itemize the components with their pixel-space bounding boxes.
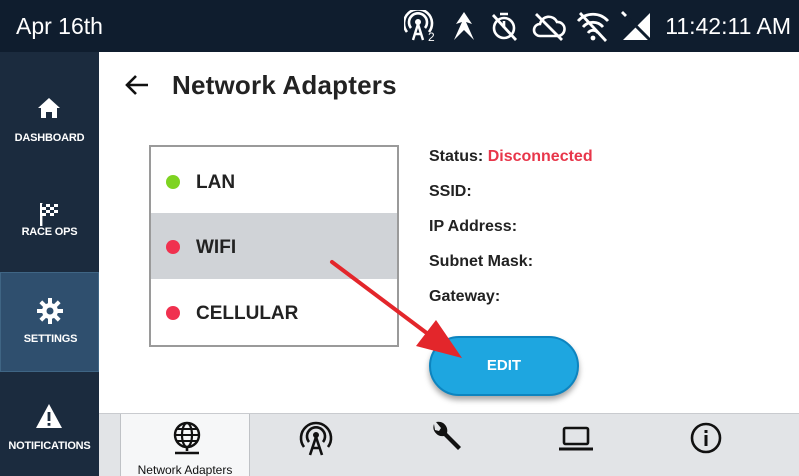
warning-icon <box>35 402 63 430</box>
timer-off-icon <box>488 10 522 42</box>
sidebar-item-dashboard[interactable]: DASHBOARD <box>0 64 99 164</box>
status-time: 11:42:11 AM <box>665 13 791 39</box>
tab-info[interactable] <box>640 414 770 476</box>
home-icon <box>35 94 63 122</box>
wifi-off-icon <box>576 10 610 42</box>
signal-off-icon <box>620 10 654 43</box>
sidebar: DASHBOARD RACE OPS SETTINGS NOTIFICATION… <box>0 52 99 476</box>
adapter-item-lan[interactable]: LAN <box>151 148 397 214</box>
adapter-label: LAN <box>196 172 236 193</box>
sidebar-item-race-ops[interactable]: RACE OPS <box>0 170 99 270</box>
status-dot <box>166 306 180 320</box>
adapter-label: CELLULAR <box>196 303 299 324</box>
sidebar-item-label: RACE OPS <box>21 226 78 238</box>
info-icon <box>688 420 724 456</box>
page-title: Network Adapters <box>172 70 397 100</box>
sidebar-item-label: NOTIFICATIONS <box>8 440 91 452</box>
adapter-label: WIFI <box>196 237 237 258</box>
status-dot <box>166 175 180 189</box>
ip-address-label: IP Address: <box>429 218 518 235</box>
edit-button[interactable]: EDIT <box>429 336 579 396</box>
status-bar: Apr 16th 2 11:42:11 AM <box>0 0 799 52</box>
nav-arrow-icon <box>448 10 482 42</box>
tab-label: Network Adapters <box>137 463 233 476</box>
sidebar-item-settings[interactable]: SETTINGS <box>0 272 99 372</box>
status-value: Disconnected <box>487 148 593 165</box>
back-arrow-icon[interactable] <box>124 72 150 98</box>
tab-tools[interactable] <box>380 414 510 476</box>
tab-device[interactable] <box>510 414 640 476</box>
checkered-flag-icon <box>35 200 63 228</box>
wrench-icon <box>428 420 464 456</box>
status-dot <box>166 240 180 254</box>
gear-icon <box>36 297 64 325</box>
gateway-label: Gateway: <box>429 288 501 305</box>
subnet-mask-label: Subnet Mask: <box>429 253 534 270</box>
tab-bar: Network Adapters <box>99 413 799 476</box>
status-row: Status: Disconnected <box>429 148 593 166</box>
antenna-icon <box>298 420 334 456</box>
sidebar-item-notifications[interactable]: NOTIFICATIONS <box>0 374 99 474</box>
antenna-sub-label: 2 <box>428 30 435 42</box>
tab-network-adapters[interactable]: Network Adapters <box>120 414 250 476</box>
ssid-label: SSID: <box>429 183 472 200</box>
sidebar-item-label: DASHBOARD <box>14 132 85 144</box>
status-label: Status: <box>429 148 484 165</box>
globe-network-icon <box>169 420 205 456</box>
antenna-2-icon: 2 <box>402 8 438 44</box>
status-date: Apr 16th <box>16 13 103 39</box>
adapter-list: LAN WIFI CELLULAR <box>149 145 399 347</box>
laptop-icon <box>558 420 594 456</box>
cloud-off-icon <box>532 10 566 42</box>
sidebar-item-label: SETTINGS <box>23 333 78 345</box>
tab-antenna[interactable] <box>250 414 380 476</box>
adapter-item-wifi[interactable]: WIFI <box>151 213 397 279</box>
adapter-item-cellular[interactable]: CELLULAR <box>151 279 397 345</box>
